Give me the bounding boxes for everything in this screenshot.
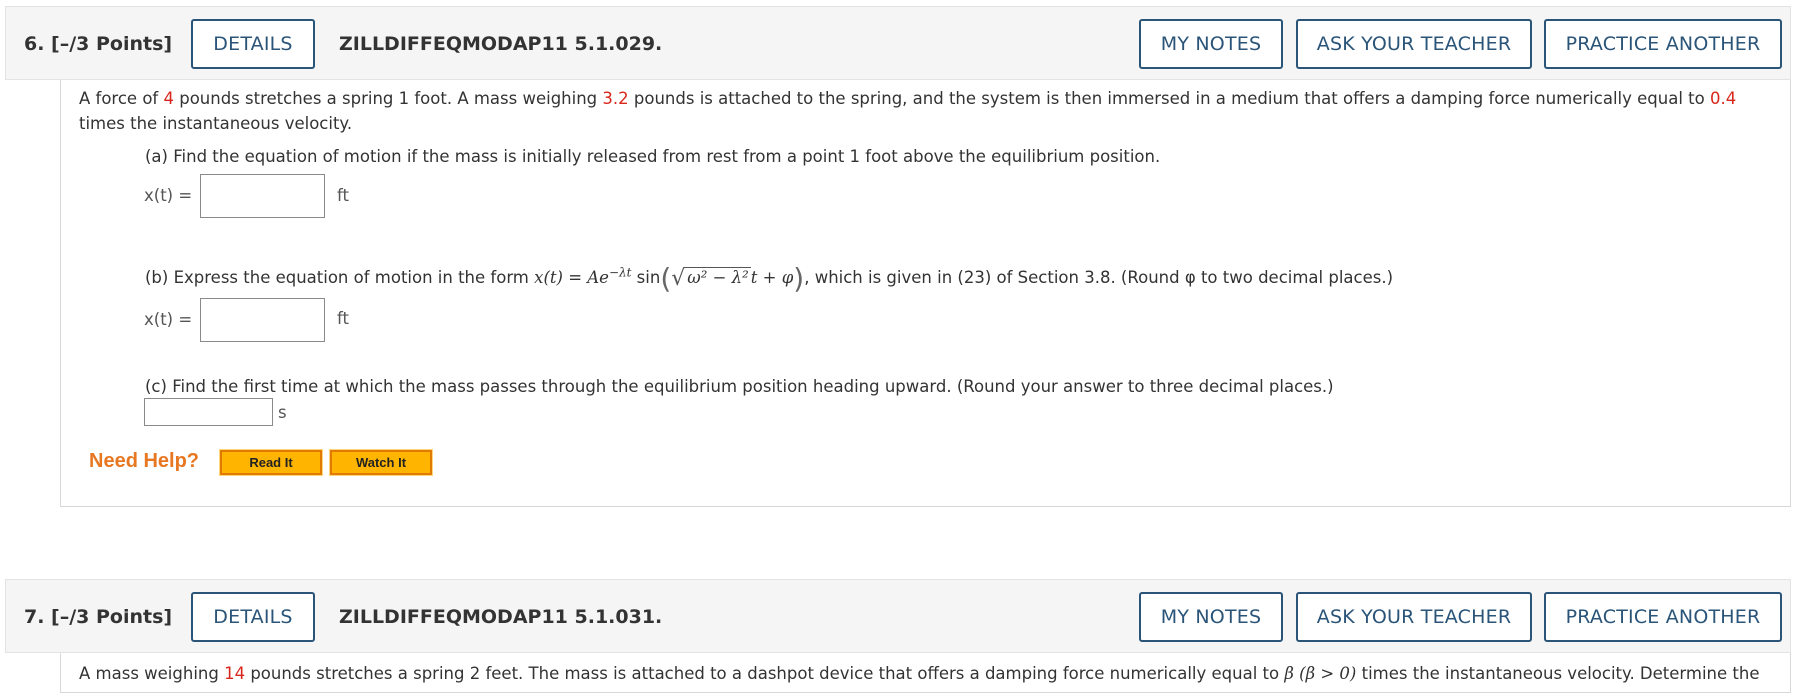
formula-sin: sin (631, 268, 661, 287)
left-paren: ( (660, 262, 672, 295)
my-notes-button-q6[interactable]: MY NOTES (1139, 19, 1283, 69)
part-b-label: x(t) = (144, 310, 193, 329)
force-value: 4 (163, 89, 174, 108)
right-paren: ) (793, 262, 805, 295)
my-notes-button-q7[interactable]: MY NOTES (1139, 592, 1283, 642)
question-6-code: ZILLDIFFEQMODAP11 5.1.029. (339, 33, 663, 55)
ask-teacher-button-q6[interactable]: ASK YOUR TEACHER (1296, 19, 1532, 69)
q7-mass-weight-value: 14 (224, 664, 246, 683)
part-c-unit: s (278, 403, 287, 422)
question-7-code: ZILLDIFFEQMODAP11 5.1.031. (339, 606, 663, 628)
damping-value: 0.4 (1709, 89, 1737, 108)
part-c-answer-input[interactable] (144, 398, 273, 426)
formula-tail: t + φ (750, 268, 794, 287)
need-help-label: Need Help? (89, 450, 200, 472)
details-button-q6[interactable]: DETAILS (191, 19, 315, 69)
part-b-prompt: (b) Express the equation of motion in th… (145, 262, 1394, 295)
practice-another-button-q6[interactable]: PRACTICE ANOTHER (1544, 19, 1782, 69)
question-6-intro-line2: times the instantaneous velocity. (79, 114, 353, 133)
practice-another-button-q7[interactable]: PRACTICE ANOTHER (1544, 592, 1782, 642)
part-a-unit: ft (337, 186, 349, 205)
part-b-unit: ft (337, 309, 349, 328)
read-it-button[interactable]: Read It (219, 449, 323, 476)
mass-weight-value: 3.2 (602, 89, 629, 108)
beta-expression: β (β > 0) (1284, 664, 1357, 683)
question-6-intro-line1: A force of 4 pounds stretches a spring 1… (79, 89, 1737, 108)
question-7-number: 7. [–/3 Points] (24, 606, 173, 628)
question-6-number: 6. [–/3 Points] (24, 33, 173, 55)
formula-radicand: ω² − λ² (685, 267, 751, 287)
watch-it-button[interactable]: Watch It (329, 449, 433, 476)
part-c-prompt: (c) Find the first time at which the mas… (145, 377, 1334, 396)
part-a-label: x(t) = (144, 186, 193, 205)
details-button-q7[interactable]: DETAILS (191, 592, 315, 642)
part-a-answer-input[interactable] (200, 174, 325, 218)
formula-lhs: x(t) = Ae (534, 268, 609, 287)
sqrt-symbol: √ (671, 266, 686, 291)
question-7-intro-line1: A mass weighing 14 pounds stretches a sp… (79, 664, 1760, 683)
part-b-answer-input[interactable] (200, 298, 325, 342)
part-a-prompt: (a) Find the equation of motion if the m… (145, 147, 1161, 166)
question-6-header: 6. [–/3 Points] DETAILS ZILLDIFFEQMODAP1… (5, 6, 1791, 80)
question-7-header: 7. [–/3 Points] DETAILS ZILLDIFFEQMODAP1… (5, 579, 1791, 653)
ask-teacher-button-q7[interactable]: ASK YOUR TEACHER (1296, 592, 1532, 642)
formula-exponent: −λt (608, 265, 632, 280)
